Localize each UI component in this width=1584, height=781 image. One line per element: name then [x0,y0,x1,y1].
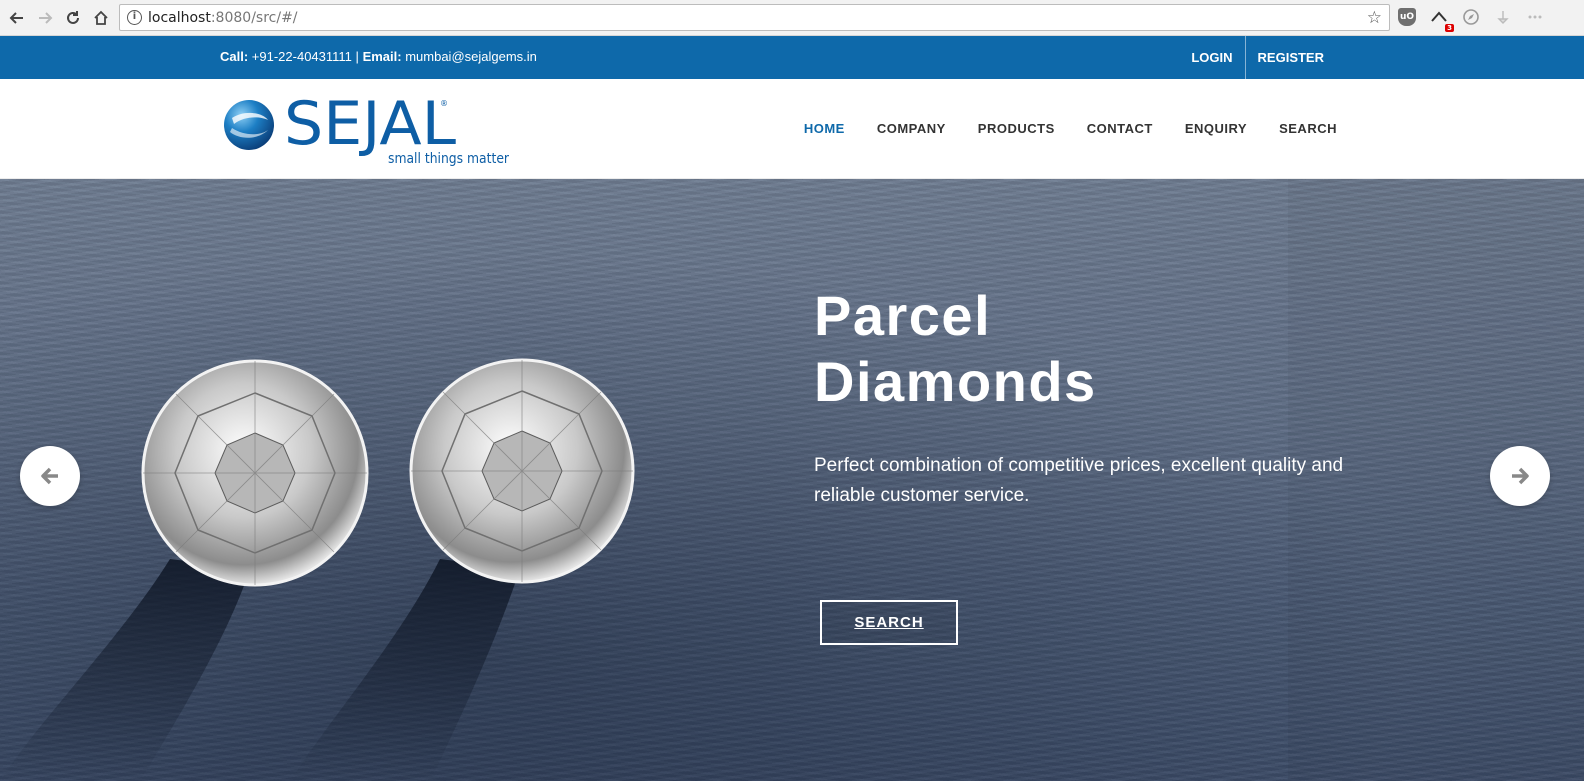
nav-home[interactable]: HOME [804,121,845,136]
info-icon[interactable]: i [127,10,142,25]
globe-logo-icon [224,100,274,150]
phone-number[interactable]: +91-22-40431111 [252,49,352,64]
nav-products[interactable]: PRODUCTS [978,121,1055,136]
auth-links: LOGIN REGISTER [1179,36,1336,79]
hero-search-button[interactable]: SEARCH [820,600,958,645]
registered-mark: ® [440,99,448,108]
diamond-right [409,358,635,584]
more-icon[interactable] [1526,8,1544,26]
login-link[interactable]: LOGIN [1179,36,1244,79]
logo-wordmark: SEJAL [284,96,457,159]
nav-contact[interactable]: CONTACT [1087,121,1153,136]
top-contact-bar: Call: +91-22-40431111 | Email: mumbai@se… [0,36,1584,79]
extension-icon[interactable]: 3 [1430,8,1454,32]
arrow-left-icon [41,467,58,485]
call-label: Call: [220,49,249,64]
browser-toolbar: i localhost:8080/src/#/ ☆ uO 3 [0,0,1584,36]
logo-tagline: small things matter [388,151,509,167]
url-text[interactable]: localhost:8080/src/#/ [148,10,298,26]
email-address[interactable]: mumbai@sejalgems.in [405,49,537,64]
hero-subtitle: Perfect combination of competitive price… [814,455,1344,506]
nav-search[interactable]: SEARCH [1279,121,1337,136]
slider-prev-button[interactable] [20,446,80,506]
arrow-right-icon [1512,467,1529,485]
compass-icon[interactable] [1462,8,1480,26]
email-label: Email: [362,49,402,64]
nav-enquiry[interactable]: ENQUIRY [1185,121,1247,136]
bookmark-star-icon[interactable]: ☆ [1367,8,1382,28]
hero-diamonds-image [0,179,1584,781]
back-icon[interactable] [5,6,29,30]
diamond-left [141,359,369,587]
hero-slider: Parcel Diamonds Perfect combination of c… [0,179,1584,781]
nav-company[interactable]: COMPANY [877,121,946,136]
sejal-logo[interactable]: SEJAL ® small things matter [222,96,517,168]
hero-title-line-1: Parcel [814,284,992,347]
ublock-shield-icon[interactable]: uO [1398,8,1416,26]
contact-divider: | [355,49,359,64]
hero-title-line-2: Diamonds [814,350,1097,413]
contact-info: Call: +91-22-40431111 | Email: mumbai@se… [220,49,537,64]
extension-icon-2[interactable] [1494,8,1512,26]
reload-icon[interactable] [61,6,85,30]
forward-icon[interactable] [33,6,57,30]
register-link[interactable]: REGISTER [1246,36,1336,79]
site-header: SEJAL ® small things matter HOME COMPANY… [0,79,1584,179]
address-bar[interactable]: i localhost:8080/src/#/ ☆ [119,4,1390,31]
extension-badge: 3 [1445,24,1454,32]
home-icon[interactable] [89,6,113,30]
hero-title: Parcel Diamonds [814,283,1097,415]
main-navigation: HOME COMPANY PRODUCTS CONTACT ENQUIRY SE… [804,121,1337,136]
slider-next-button[interactable] [1490,446,1550,506]
